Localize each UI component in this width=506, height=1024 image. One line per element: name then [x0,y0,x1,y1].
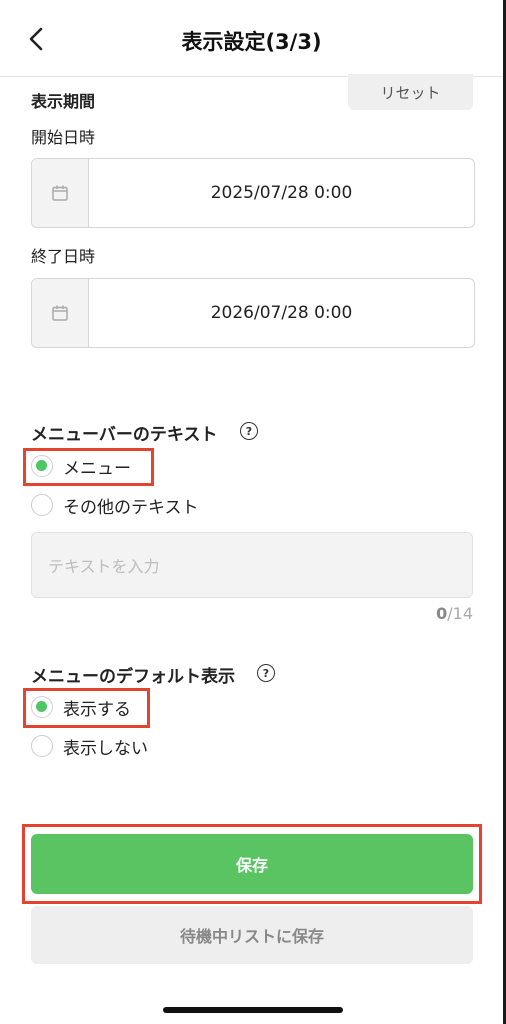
counter-max: /14 [447,604,473,623]
counter-current: 0 [436,604,448,623]
start-datetime-label: 開始日時 [31,128,96,147]
radio-unselected-icon[interactable] [31,735,53,757]
radio-label: その他のテキスト [63,497,199,518]
display-period-heading: 表示期間 [31,92,96,111]
save-button[interactable]: 保存 [31,834,473,894]
highlight-box [23,448,154,486]
menubar-text-input[interactable]: テキストを入力 [31,532,473,598]
start-datetime-value[interactable]: 2025/07/28 0:00 [89,159,474,227]
radio-option-other-text[interactable]: その他のテキスト [31,491,199,519]
menubar-text-heading: メニューバーのテキスト [31,425,218,445]
page-title: 表示設定(3/3) [181,30,322,54]
home-indicator [163,1007,343,1013]
highlight-box [23,688,150,728]
radio-option-hide[interactable]: 表示しない [31,732,148,760]
end-datetime-value[interactable]: 2026/07/28 0:00 [89,279,474,347]
help-icon[interactable]: ? [240,422,258,440]
radio-unselected-icon[interactable] [31,494,53,516]
calendar-icon[interactable] [32,279,89,347]
radio-label: 表示しない [63,738,148,759]
end-datetime-field[interactable]: 2026/07/28 0:00 [31,278,475,348]
start-datetime-field[interactable]: 2025/07/28 0:00 [31,158,475,228]
reset-button[interactable]: リセット [348,74,473,110]
help-icon[interactable]: ? [257,664,275,682]
input-placeholder: テキストを入力 [48,557,160,576]
top-nav-bar: 表示設定(3/3) [0,0,503,77]
end-datetime-label: 終了日時 [31,247,96,266]
save-to-waitlist-button[interactable]: 待機中リストに保存 [31,906,473,964]
character-counter: 0/14 [436,604,473,623]
calendar-icon[interactable] [32,159,89,227]
default-display-heading: メニューのデフォルト表示 [31,667,235,687]
